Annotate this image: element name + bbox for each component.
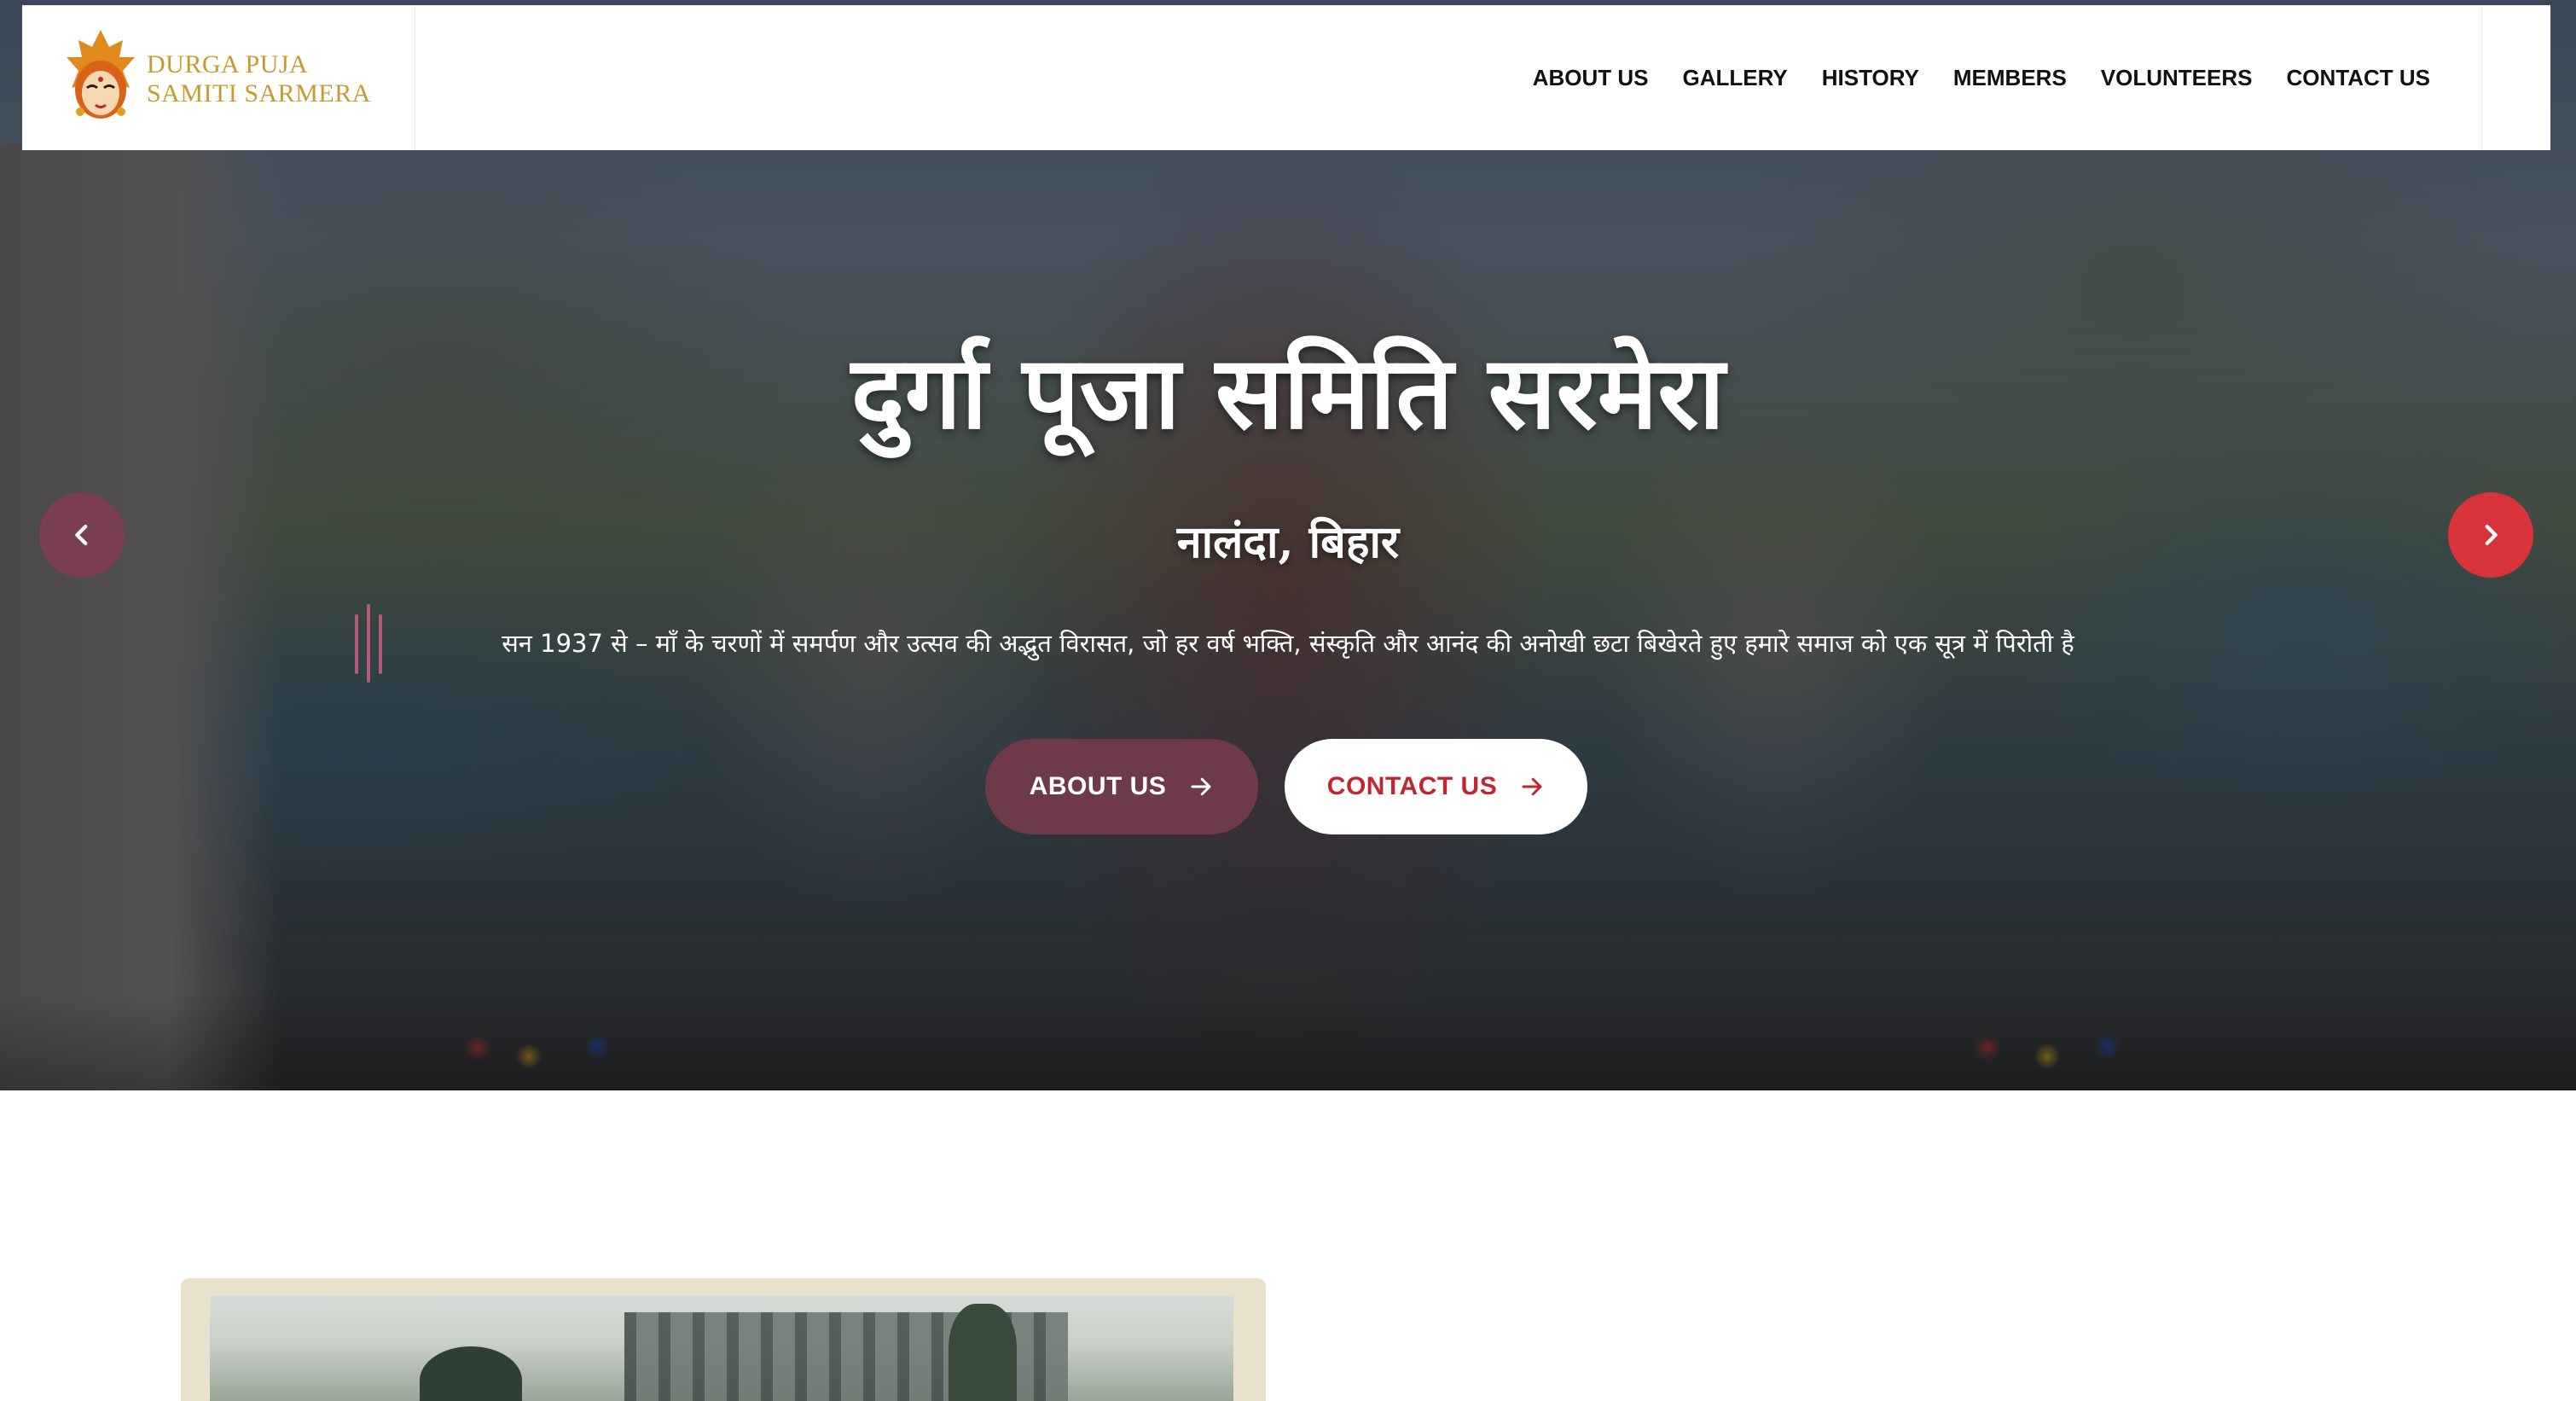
- site-logo[interactable]: DURGA PUJA SAMITI SARMERA: [22, 6, 415, 150]
- nav-item-about-us[interactable]: ABOUT US: [1533, 65, 1649, 91]
- logo-line-1: DURGA PUJA: [147, 50, 309, 78]
- nav-item-history[interactable]: HISTORY: [1822, 65, 1919, 91]
- hero-tagline: सन 1937 से – माँ के चरणों में समर्पण और …: [502, 629, 2074, 658]
- history-photo: [181, 1278, 1266, 1401]
- photo-tree: [949, 1304, 1017, 1401]
- header-right-cell: [2481, 6, 2550, 150]
- nav-item-volunteers[interactable]: VOLUNTEERS: [2101, 65, 2253, 91]
- chevron-left-icon: [75, 524, 88, 546]
- nav-item-contact-us[interactable]: CONTACT US: [2286, 65, 2430, 91]
- arrow-right-icon: [1522, 777, 1542, 796]
- main-nav: ABOUT US GALLERY HISTORY MEMBERS VOLUNTE…: [1533, 6, 2550, 150]
- hero-contact-us-button[interactable]: CONTACT US: [1285, 739, 1587, 834]
- slider-prev-button[interactable]: [39, 492, 125, 578]
- site-header: DURGA PUJA SAMITI SARMERA ABOUT US GALLE…: [22, 5, 2550, 150]
- nav-item-gallery[interactable]: GALLERY: [1682, 65, 1787, 91]
- logo-line-2: SAMITI SARMERA: [147, 79, 371, 108]
- nav-item-members[interactable]: MEMBERS: [1953, 65, 2067, 91]
- hero-subtitle: नालंदा, बिहार: [1176, 516, 1400, 568]
- durga-face-icon: [67, 30, 135, 119]
- hero-contact-us-label: CONTACT US: [1326, 772, 1498, 800]
- hero-about-us-label: ABOUT US: [1029, 772, 1167, 800]
- chevron-right-icon: [2485, 524, 2498, 546]
- hero-slider: दुर्गा पूजा समिति सरमेरा नालंदा, बिहार स…: [0, 0, 2576, 1090]
- site-logo-text: DURGA PUJA SAMITI SARMERA: [147, 50, 371, 108]
- arrow-right-icon: [1191, 777, 1211, 796]
- slider-next-button[interactable]: [2448, 492, 2533, 578]
- hero-title: दुर्गा पूजा समिति सरमेरा: [850, 333, 1726, 451]
- hero-about-us-button[interactable]: ABOUT US: [985, 739, 1258, 834]
